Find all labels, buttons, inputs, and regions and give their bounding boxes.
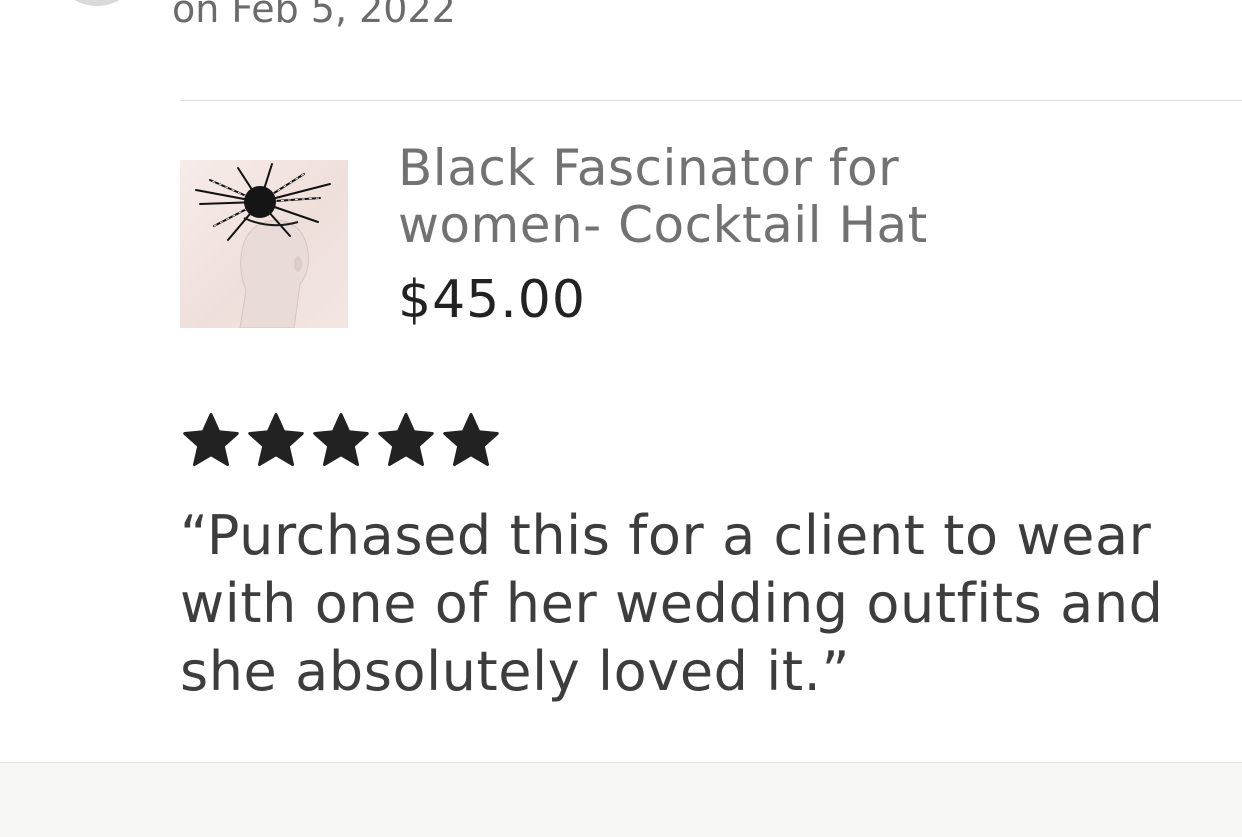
review-text: “Purchased this for a client to wear wit… [180,504,1164,703]
star-icon [313,413,369,466]
star-icon [443,413,499,466]
product-thumbnail[interactable] [180,160,348,328]
review-date: on Feb 5, 2022 [172,0,456,31]
product-price: $45.00 [398,270,586,330]
star-icon [248,413,304,466]
star-rating [180,410,502,470]
product-title[interactable]: Black Fascinator for women- Cocktail Hat [398,140,1098,254]
star-icon [378,413,434,466]
fascinator-image-icon [195,163,331,328]
star-icon [183,413,239,466]
avatar[interactable] [58,0,136,6]
footer-band [0,762,1242,837]
divider [180,100,1242,101]
review-card: on Feb 5, 2022 Black Fascinator for wome… [0,0,1242,837]
